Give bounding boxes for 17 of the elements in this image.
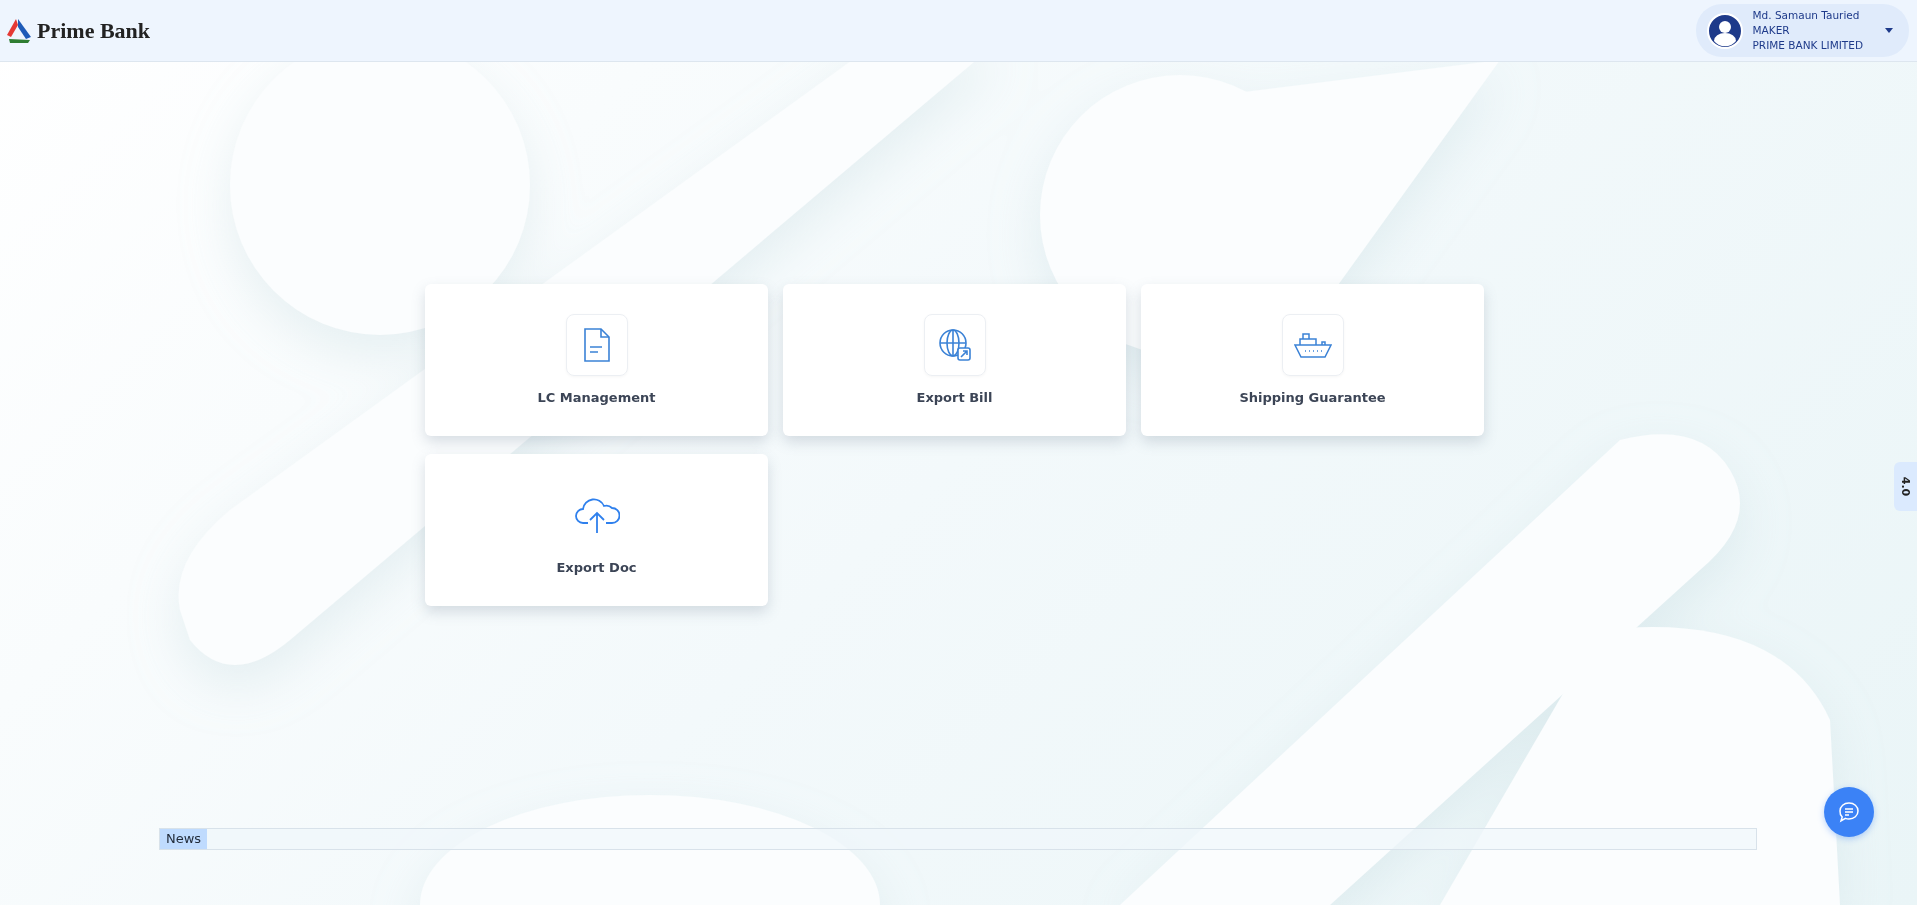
avatar-icon bbox=[1706, 12, 1743, 49]
module-tile[interactable]: LC Management bbox=[425, 284, 768, 436]
globe-icon bbox=[937, 328, 972, 362]
module-tile[interactable]: Export Bill bbox=[783, 284, 1126, 436]
version-tab[interactable]: 4.0 bbox=[1894, 462, 1917, 511]
module-tile[interactable]: Export Doc bbox=[425, 454, 768, 606]
news-label: News bbox=[160, 829, 208, 849]
document-icon bbox=[582, 328, 611, 362]
cloud-upload-icon bbox=[573, 496, 620, 534]
caret-icon bbox=[1885, 28, 1893, 33]
chat-bubble-icon bbox=[1838, 801, 1860, 823]
ship-icon bbox=[1293, 330, 1332, 360]
brand-name: Prime Bank bbox=[37, 17, 151, 44]
chat-button[interactable] bbox=[1824, 787, 1874, 837]
module-tile[interactable]: Shipping Guarantee bbox=[1141, 284, 1484, 436]
user-menu-button[interactable]: Md. Samaun Tauried MAKER PRIME BANK LIMITED bbox=[1695, 4, 1909, 57]
logo-icon bbox=[6, 17, 32, 44]
